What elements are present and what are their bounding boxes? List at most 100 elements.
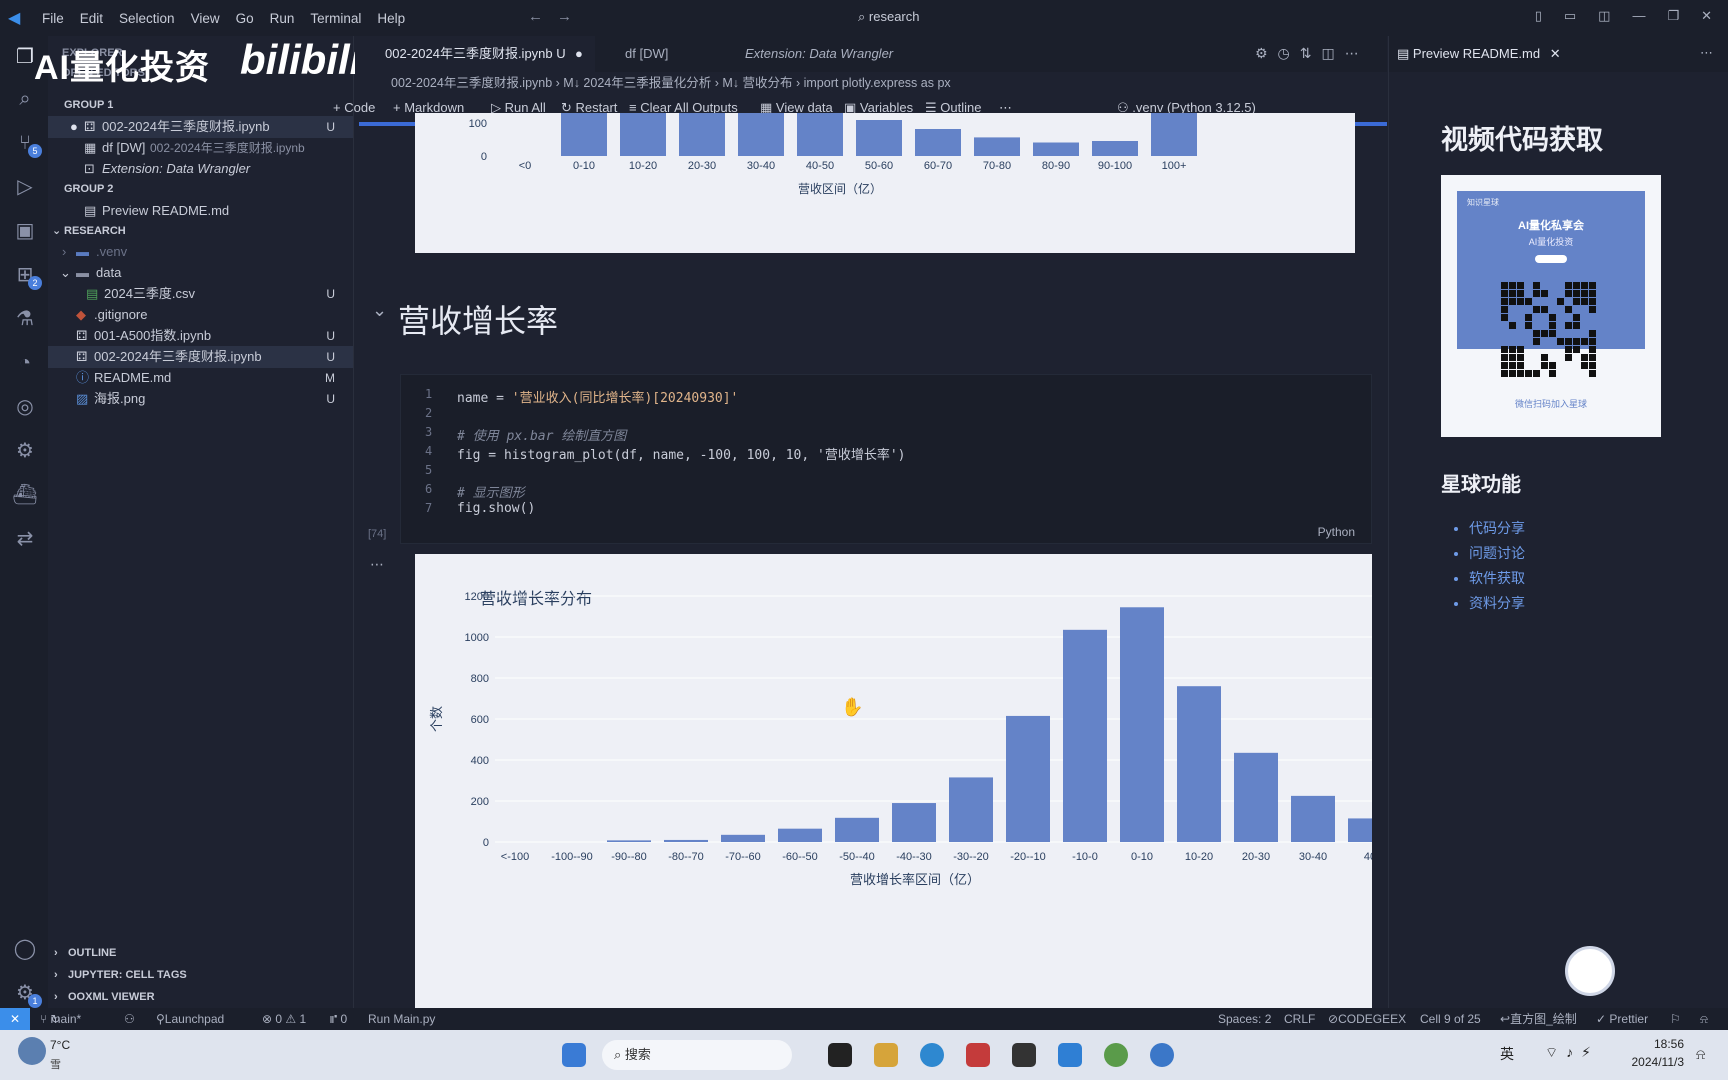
tab-preview-readme[interactable]: ▤ Preview README.md ✕ xyxy=(1397,36,1561,72)
eol-indicator[interactable]: CRLF xyxy=(1284,1008,1315,1030)
x-tick-label: 40 xyxy=(1364,851,1372,863)
chrome-icon[interactable] xyxy=(1104,1043,1128,1067)
clock-date[interactable]: 2024/11/3 xyxy=(1618,1055,1685,1069)
layout-icon[interactable]: ◫ xyxy=(1598,8,1610,24)
prettier-indicator[interactable]: ✓ Prettier xyxy=(1596,1008,1648,1030)
tab-notebook[interactable]: 002-2024年三季度财报.ipynb U ● xyxy=(355,36,595,72)
qr-module xyxy=(1533,338,1540,345)
tree-item-gitignore[interactable]: ◆ .gitignore xyxy=(48,304,353,326)
run-main-button[interactable]: Run Main.py xyxy=(368,1008,435,1030)
tree-item-notebook-a500[interactable]: ⚃ 001-A500指数.ipynb U xyxy=(48,325,353,347)
extensions-icon[interactable]: ⊞ 2 xyxy=(12,262,42,290)
indentation-indicator[interactable]: Spaces: 2 xyxy=(1218,1008,1271,1030)
tree-item-venv[interactable]: › ▬ .venv xyxy=(48,241,353,263)
preview-more-icon[interactable]: ⋯ xyxy=(1700,45,1713,61)
menu-help[interactable]: Help xyxy=(369,11,413,26)
tab-dirty-dot-icon[interactable]: ● xyxy=(575,36,583,72)
launchpad-button[interactable]: ⚲ Launchpad xyxy=(156,1008,224,1030)
weather-icon[interactable] xyxy=(18,1037,46,1065)
tree-item-readme[interactable]: ⓘ README.md M xyxy=(48,367,353,389)
tab-data-wrangler[interactable]: Extension: Data Wrangler xyxy=(715,36,935,72)
wps-office-icon[interactable] xyxy=(966,1043,990,1067)
open-editor-preview[interactable]: ▤ Preview README.md xyxy=(48,200,353,222)
dir-indicator[interactable]: ↩ 直方图_绘制 xyxy=(1500,1008,1577,1030)
bell-icon[interactable]: ⍾ xyxy=(1700,1008,1708,1030)
open-editor-df[interactable]: ▦ df [DW] 002-2024年三季度财报.ipynb xyxy=(48,137,353,159)
open-editor-notebook[interactable]: ● ⚃ 002-2024年三季度财报.ipynb U xyxy=(48,116,353,138)
group2-header[interactable]: GROUP 2 xyxy=(64,178,369,200)
editor-actions-icons[interactable]: ⚙◷⇅◫⋯ xyxy=(1255,45,1369,62)
tree-item-poster[interactable]: ▨ 海报.png U xyxy=(48,388,353,410)
menu-selection[interactable]: Selection xyxy=(111,11,183,26)
breadcrumb-subheading[interactable]: M↓ 营收分布 xyxy=(722,76,792,90)
cat-app-icon[interactable] xyxy=(1012,1043,1036,1067)
browser-icon[interactable] xyxy=(1150,1043,1174,1067)
minimize-icon[interactable]: — xyxy=(1632,8,1645,24)
taskbar-search[interactable]: ⌕ 搜索 xyxy=(602,1040,792,1070)
notification-center-icon[interactable]: ⍾ xyxy=(1696,1046,1705,1063)
menu-file[interactable]: File xyxy=(34,11,72,26)
collapse-chevron-icon[interactable]: ⌄ xyxy=(372,300,387,321)
testing-icon[interactable]: ⚗ xyxy=(12,306,38,332)
tab-df[interactable]: df [DW] xyxy=(595,36,715,72)
branch-indicator[interactable]: ⑂ main* ↻ xyxy=(40,1008,81,1030)
sync-icon[interactable]: ⚇ xyxy=(124,1008,135,1030)
menu-edit[interactable]: Edit xyxy=(72,11,111,26)
copilot-icon[interactable]: ⚙ xyxy=(12,438,38,464)
add-code-button[interactable]: + Code xyxy=(333,94,375,122)
cell-language[interactable]: Python xyxy=(1318,525,1355,539)
tree-item-notebook-report[interactable]: ⚃ 002-2024年三季度财报.ipynb U xyxy=(48,346,353,368)
remote-indicator-icon[interactable]: ✕ xyxy=(0,1008,30,1030)
docker-icon[interactable]: ⛴ xyxy=(12,482,38,508)
run-debug-icon[interactable]: ▷ xyxy=(12,174,38,200)
notifications-icon[interactable]: ⚐ xyxy=(1670,1008,1681,1030)
gitlens-icon[interactable]: ◎ xyxy=(12,394,38,420)
tree-item-csv[interactable]: ▤ 2024三季度.csv U xyxy=(48,283,353,305)
file-explorer-icon[interactable] xyxy=(874,1043,898,1067)
ime-indicator[interactable]: 英 xyxy=(1500,1044,1514,1064)
cell-tags-header[interactable]: › JUPYTER: CELL TAGS xyxy=(48,964,353,986)
open-editor-data-wrangler[interactable]: ⊡ Extension: Data Wrangler xyxy=(48,158,353,180)
source-control-icon[interactable]: ⑂ 5 xyxy=(12,130,42,158)
close-window-icon[interactable]: ✕ xyxy=(1701,8,1712,24)
menu-terminal[interactable]: Terminal xyxy=(302,11,369,26)
qr-module xyxy=(1565,282,1572,289)
accounts-icon[interactable]: ◯ xyxy=(12,936,38,962)
maximize-icon[interactable]: ❐ xyxy=(1667,8,1679,24)
remote-explorer-icon[interactable]: ▣ xyxy=(12,218,38,244)
tree-item-data[interactable]: ⌄ ▬ data xyxy=(48,262,353,284)
live-share-icon[interactable]: ⇄ xyxy=(12,526,38,552)
edge-browser-icon[interactable] xyxy=(920,1043,944,1067)
breadcrumb-file[interactable]: 002-2024年三季度财报.ipynb xyxy=(391,76,552,90)
vscode-taskbar-icon[interactable] xyxy=(1058,1043,1082,1067)
codegeex-button[interactable]: ⊘ CODEGEEX xyxy=(1328,1008,1406,1030)
ooxml-viewer-header[interactable]: › OOXML VIEWER xyxy=(48,986,353,1008)
tray-icons[interactable]: ⌔♪⚡ xyxy=(1545,1044,1599,1062)
outline-header[interactable]: › OUTLINE xyxy=(48,942,353,964)
search-icon[interactable]: ⌕ xyxy=(12,86,38,112)
toggle-panel-icon[interactable]: ▭ xyxy=(1564,8,1576,24)
toggle-sidebar-icon[interactable]: ▯ xyxy=(1535,8,1542,24)
breadcrumb-cell[interactable]: import plotly.express as px xyxy=(804,76,951,90)
group1-header[interactable]: GROUP 1 xyxy=(64,94,369,116)
cell-position[interactable]: Cell 9 of 25 xyxy=(1420,1008,1481,1030)
git-graph-icon[interactable]: ◔ xyxy=(12,350,38,376)
output-more-icon[interactable]: ⋯ xyxy=(370,556,384,573)
terminal-app-icon[interactable] xyxy=(828,1043,852,1067)
ports-indicator[interactable]: ⑈ 0 xyxy=(330,1008,347,1030)
menu-go[interactable]: Go xyxy=(228,11,262,26)
command-center-search[interactable]: ⌕ research xyxy=(858,9,919,25)
manage-gear-icon[interactable]: ⚙ 1 xyxy=(12,980,42,1008)
branch-name: main* xyxy=(50,1012,82,1026)
problems-indicator[interactable]: ⊗ 0 ⚠ 1 xyxy=(262,1008,306,1030)
start-button-icon[interactable] xyxy=(562,1043,586,1067)
nav-back-forward-icons[interactable]: ←→ xyxy=(528,8,586,25)
close-tab-icon[interactable]: ✕ xyxy=(1550,46,1561,61)
research-folder-header[interactable]: ⌄ RESEARCH xyxy=(48,220,353,242)
menu-run[interactable]: Run xyxy=(262,11,303,26)
menu-view[interactable]: View xyxy=(183,11,228,26)
breadcrumb-heading[interactable]: M↓ 2024年三季报量化分析 xyxy=(563,76,711,90)
code-cell[interactable]: 1 name = '营业收入(同比增长率)[20240930]' 2 3 # 使… xyxy=(400,374,1372,544)
clock-time[interactable]: 18:56 xyxy=(1622,1037,1684,1051)
floating-avatar[interactable] xyxy=(1565,946,1615,996)
